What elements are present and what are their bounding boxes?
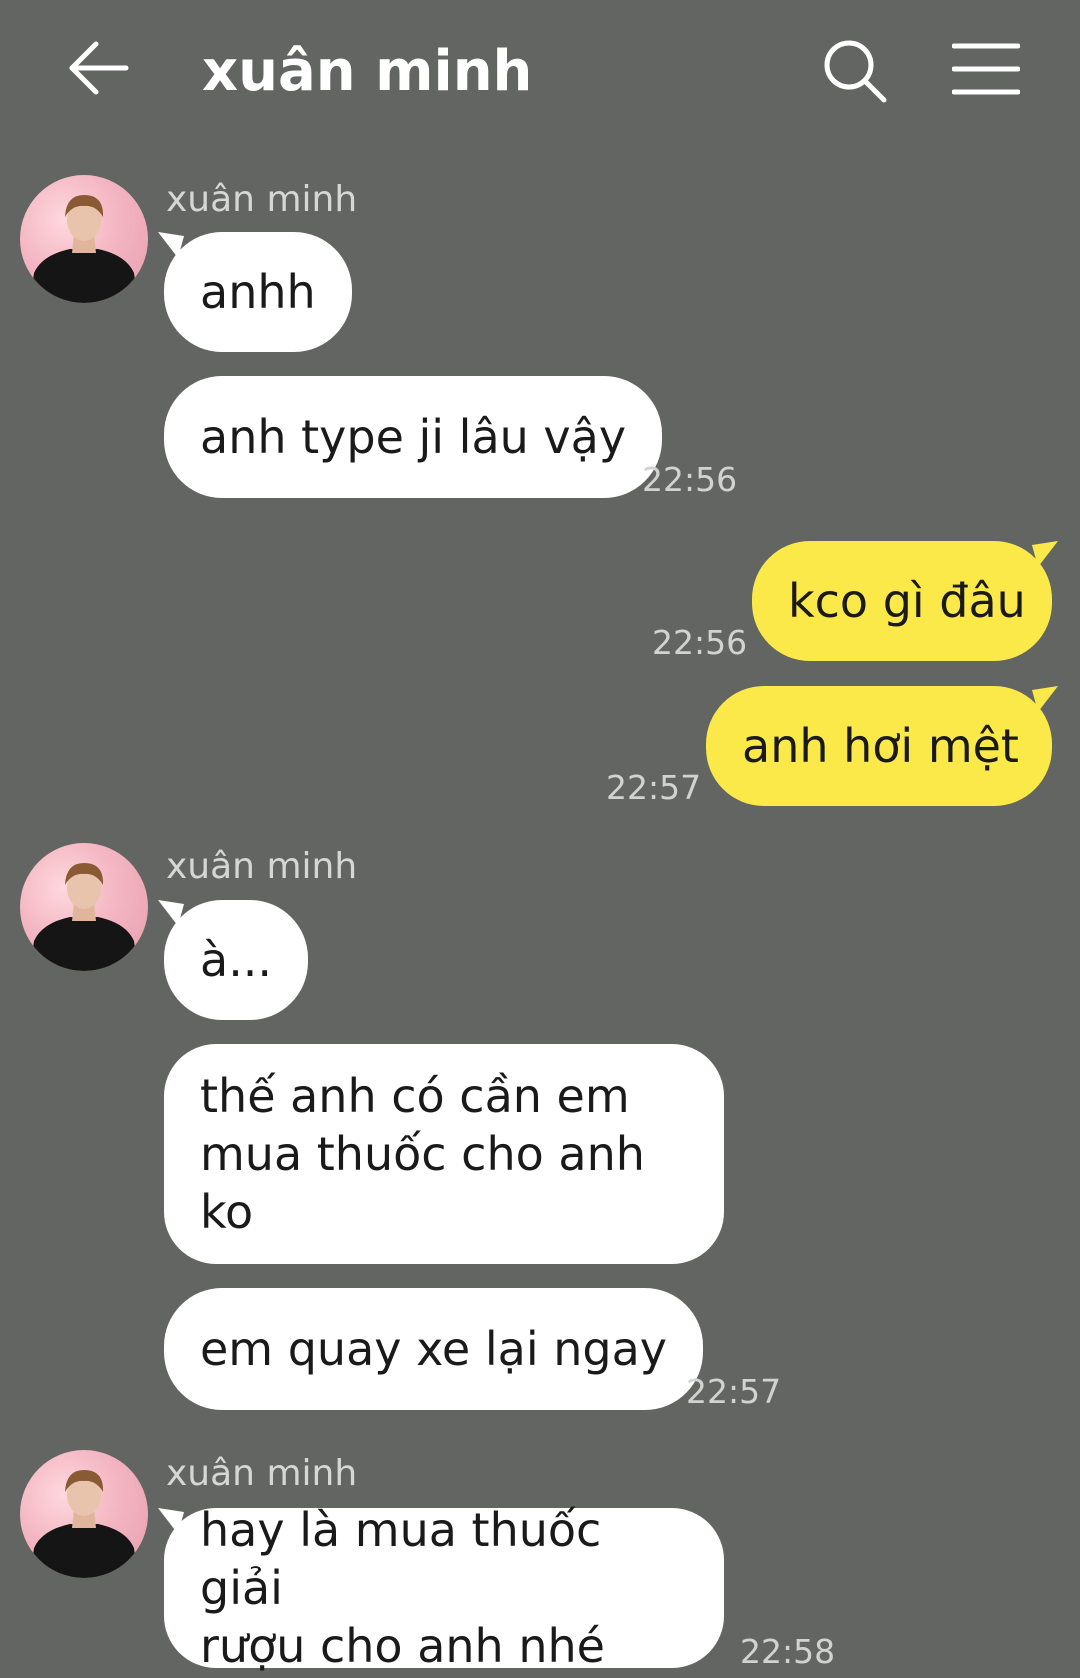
arrow-left-icon [69, 41, 129, 95]
message-text-line: hay là mua thuốc giải [200, 1503, 602, 1615]
message-bubble-incoming[interactable]: hay là mua thuốc giải rượu cho anh nhé [164, 1503, 724, 1673]
message-text-line: thế anh có cần em [200, 1069, 630, 1123]
message-text-line: rượu cho anh nhé [200, 1619, 605, 1673]
message-time: 22:57 [686, 1372, 782, 1411]
hamburger-menu-icon [952, 43, 1020, 95]
message-bubble-outgoing[interactable]: kco gì đâu [752, 541, 1052, 661]
avatar[interactable] [20, 1450, 148, 1578]
sender-name: xuân minh [166, 179, 358, 220]
back-button[interactable] [66, 38, 130, 98]
message-bubble-incoming[interactable]: anh type ji lâu vậy [164, 376, 663, 498]
profile-photo-icon [30, 863, 138, 971]
profile-photo-icon [30, 1470, 138, 1578]
sender-name: xuân minh [166, 1453, 358, 1494]
sender-name: xuân minh [166, 846, 358, 887]
menu-button[interactable] [952, 42, 1020, 96]
message-bubble-incoming[interactable]: em quay xe lại ngay [164, 1288, 703, 1410]
message-time: 22:57 [606, 768, 702, 807]
message-time: 22:56 [642, 460, 738, 499]
message-text: em quay xe lại ngay [200, 1322, 667, 1376]
message-text-line: mua thuốc cho anh [200, 1127, 645, 1181]
avatar[interactable] [20, 843, 148, 971]
message-bubble-incoming[interactable]: à... [164, 900, 309, 1020]
message-text: kco gì đâu [788, 574, 1026, 628]
message-text: anh hơi mệt [742, 719, 1019, 773]
message-bubble-incoming[interactable]: thế anh có cần em mua thuốc cho anh ko [164, 1044, 724, 1264]
message-text-line: ko [200, 1185, 254, 1239]
chat-title: xuân minh [202, 39, 533, 104]
message-time: 22:58 [740, 1632, 836, 1671]
search-icon [824, 40, 887, 103]
search-button[interactable] [822, 38, 888, 104]
profile-photo-icon [30, 195, 138, 303]
message-text: anhh [200, 265, 316, 319]
message-text: anh type ji lâu vậy [200, 410, 627, 464]
message-bubble-incoming[interactable]: anhh [164, 232, 352, 352]
message-bubble-outgoing[interactable]: anh hơi mệt [706, 686, 1052, 806]
avatar[interactable] [20, 175, 148, 303]
message-time: 22:56 [652, 623, 748, 662]
message-text: à... [200, 933, 273, 987]
